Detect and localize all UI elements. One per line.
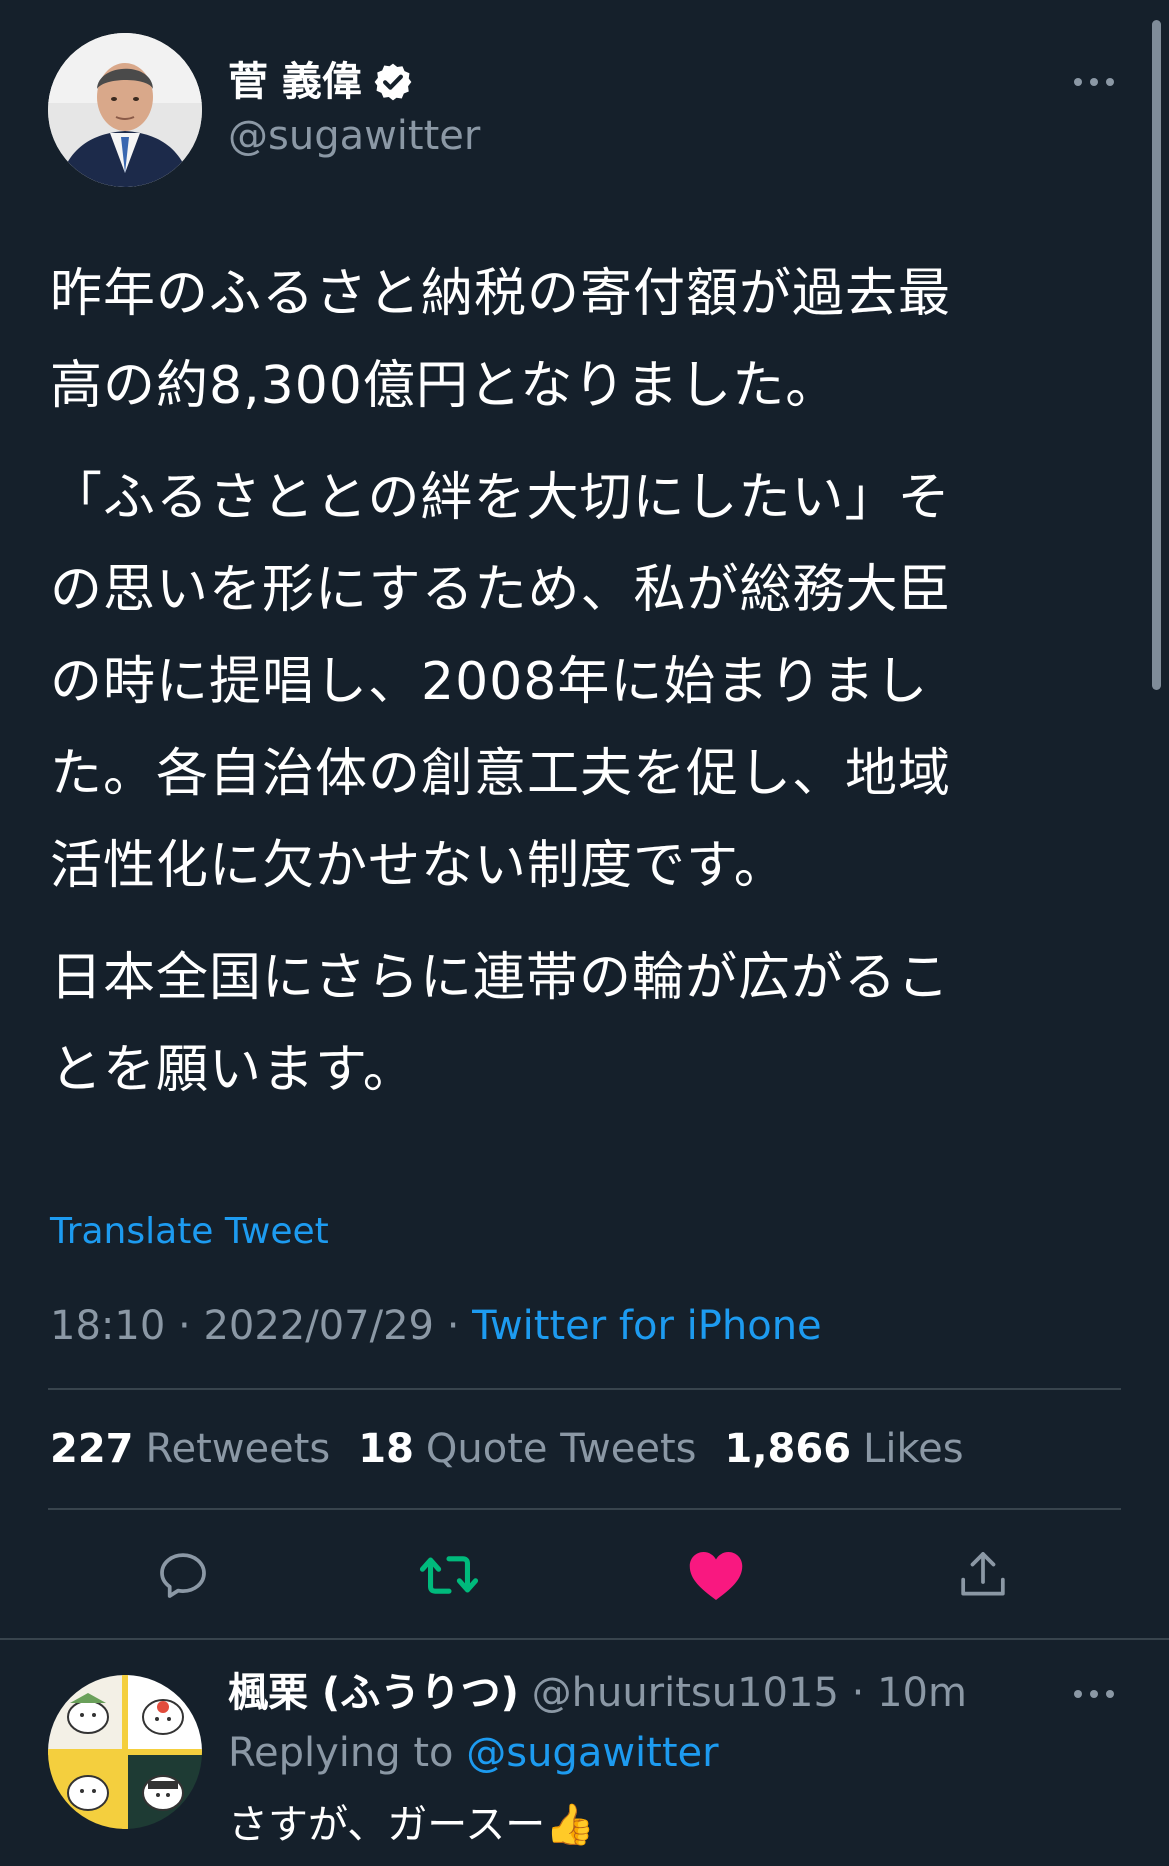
reply-author-name[interactable]: 楓栗 (ふうりつ) [228,1670,519,1716]
replying-to-prefix: Replying to [228,1730,454,1776]
tweet-text: 昨年のふるさと納税の寄付額が過去最 高の約8,300億円となりました。 「ふるさ… [50,248,1125,1136]
translate-tweet-link[interactable]: Translate Tweet [50,1210,329,1254]
author-handle[interactable]: @sugawitter [228,112,480,160]
retweet-icon[interactable] [419,1545,479,1605]
author-name-row[interactable]: 菅 義偉 [228,58,414,106]
heart-icon[interactable] [686,1545,746,1605]
author-name[interactable]: 菅 義偉 [228,58,362,106]
quote-tweets-stat[interactable]: 18 Quote Tweets [358,1425,696,1473]
share-icon[interactable] [953,1545,1013,1605]
more-horizontal-icon[interactable] [1070,1674,1118,1714]
tweet-actions [0,1545,1169,1605]
divider [48,1508,1121,1510]
divider [48,1388,1121,1390]
tweet-time: 18:10 [50,1303,166,1349]
reply-avatar-illustration [48,1675,202,1829]
tweet-paragraph: 昨年のふるさと納税の寄付額が過去最 高の約8,300億円となりました。 [50,264,952,416]
replying-to-mention[interactable]: @sugawitter [466,1730,718,1776]
reply-separator: · [851,1670,865,1716]
reply-author-handle[interactable]: @huuritsu1015 [532,1670,839,1716]
tweet-date: 2022/07/29 [203,1303,434,1349]
reply-author-avatar[interactable] [48,1675,202,1829]
reply-header: 楓栗 (ふうりつ) @huuritsu1015 · 10m [228,1668,967,1718]
reply-icon[interactable] [153,1545,213,1605]
tweet-paragraph: 「ふるさととの絆を大切にしたい」そ の思いを形にするため、私が総務大臣 の時に提… [50,468,952,896]
replying-to-line: Replying to @sugawitter [228,1728,719,1778]
reply-age: 10m [877,1670,967,1716]
meta-separator: · [446,1303,460,1349]
reply-text: さすが、ガースー👍 [228,1802,596,1848]
verified-badge-icon [372,61,414,103]
meta-separator: · [178,1303,191,1349]
retweets-stat[interactable]: 227 Retweets [50,1425,330,1473]
author-photo [48,33,202,187]
scrollbar[interactable] [1152,20,1161,690]
tweet-meta: 18:10 · 2022/07/29 · Twitter for iPhone [50,1302,822,1350]
author-avatar[interactable] [48,33,202,187]
tweet-paragraph: 日本全国にさらに連帯の輪が広がるこ とを願います。 [50,948,950,1100]
likes-stat[interactable]: 1,866 Likes [725,1425,964,1473]
tweet-stats: 227 Retweets 18 Quote Tweets 1,866 Likes [50,1425,964,1473]
more-horizontal-icon[interactable] [1070,62,1118,102]
tweet-source-link[interactable]: Twitter for iPhone [472,1303,822,1349]
section-divider [0,1638,1169,1640]
